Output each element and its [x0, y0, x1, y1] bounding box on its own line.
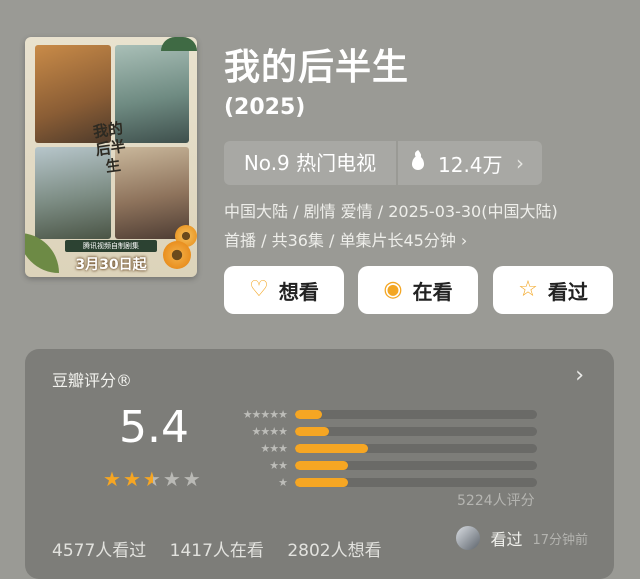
- rating-distribution: ★★★★★ ★★★★ ★★★ ★★ ★: [225, 406, 537, 491]
- want-to-watch-button[interactable]: ♡ 想看: [224, 266, 344, 314]
- heart-plus-icon: ♡: [249, 277, 269, 302]
- rating-bar-track: [295, 426, 537, 436]
- poster-lamp: [161, 37, 197, 51]
- star-level-label: ★★: [269, 458, 288, 472]
- watched-button[interactable]: ☆ 看过: [493, 266, 613, 314]
- want-count[interactable]: 2802人想看: [287, 541, 381, 561]
- activity-time: 17分钟前: [532, 532, 588, 548]
- star-level-label: ★: [278, 475, 288, 489]
- watched-label: 看过: [547, 279, 588, 304]
- rating-bar-fill: [295, 460, 349, 470]
- rating-bar-fill: [295, 409, 322, 419]
- star-level-label: ★★★★: [251, 424, 288, 438]
- star-level-label: ★★★: [260, 441, 288, 455]
- rating-bar-row: ★★★: [225, 440, 537, 456]
- rank-label[interactable]: No.9 热门电视: [224, 141, 396, 185]
- flame-icon: [412, 156, 424, 170]
- rating-heading: 豆瓣评分®: [52, 371, 133, 390]
- half-star-icon: ★: [142, 467, 163, 491]
- star-icon: ★: [122, 467, 143, 491]
- rating-stars: ★★★★★: [103, 467, 203, 491]
- star-level-label: ★★★★★: [242, 407, 288, 421]
- poster-image[interactable]: 我的后半生 腾讯视频自制剧集 3月30日起: [25, 37, 197, 277]
- rating-bar-track: [295, 443, 537, 453]
- activity-action: 看过: [490, 530, 523, 549]
- want-label: 想看: [278, 279, 319, 304]
- meta-line-1: 中国大陆 / 剧情 爱情 / 2025-03-30(中国大陆): [224, 202, 558, 221]
- watching-label: 在看: [412, 279, 453, 304]
- page-title: 我的后半生: [224, 47, 410, 88]
- poster-date: 3月30日起: [75, 257, 147, 273]
- rating-card[interactable]: 豆瓣评分® › 5.4 ★★★★★ ★★★★★ ★★★★ ★★★ ★★ ★ 5224人评…: [25, 349, 614, 579]
- rating-bar-track: [295, 409, 537, 419]
- target-icon: ◉: [383, 277, 403, 302]
- watch-stats: 4577人看过 1417人在看 2802人想看: [52, 536, 400, 561]
- friend-activity[interactable]: 看过 17分钟前: [456, 526, 588, 550]
- rating-bar-row: ★: [225, 474, 537, 490]
- watching-button[interactable]: ◉ 在看: [358, 266, 478, 314]
- rating-bar-fill: [295, 443, 368, 453]
- chevron-right-icon: ›: [516, 151, 524, 175]
- rating-bar-row: ★★: [225, 457, 537, 473]
- chevron-right-icon[interactable]: ›: [575, 363, 584, 388]
- watched-count[interactable]: 4577人看过: [52, 541, 146, 561]
- rating-bar-row: ★★★★: [225, 423, 537, 439]
- star-outline-icon: ☆: [518, 277, 538, 302]
- star-icon: ★: [162, 467, 183, 491]
- poster-title-art: 我的后半生: [91, 119, 127, 176]
- star-icon: ★: [103, 467, 123, 491]
- star-icon: ★: [182, 467, 203, 491]
- rating-bar-fill: [295, 477, 349, 487]
- votes-count[interactable]: 5224人评分: [457, 490, 535, 510]
- rank-box[interactable]: No.9 热门电视 12.4万 ›: [224, 141, 542, 185]
- rating-score: 5.4: [119, 402, 189, 453]
- release-year: (2025): [224, 95, 306, 120]
- heat-info[interactable]: 12.4万 ›: [398, 149, 542, 178]
- avatar[interactable]: [456, 526, 481, 550]
- rating-bar-track: [295, 460, 537, 470]
- heat-value: 12.4万: [438, 152, 503, 177]
- poster-tag: 腾讯视频自制剧集: [65, 240, 157, 252]
- rating-bar-track: [295, 477, 537, 487]
- rating-bar-row: ★★★★★: [225, 406, 537, 422]
- meta-line-2[interactable]: 首播 / 共36集 / 单集片长45分钟 ›: [224, 229, 467, 253]
- rating-bar-fill: [295, 426, 329, 436]
- watching-count[interactable]: 1417人在看: [170, 541, 264, 561]
